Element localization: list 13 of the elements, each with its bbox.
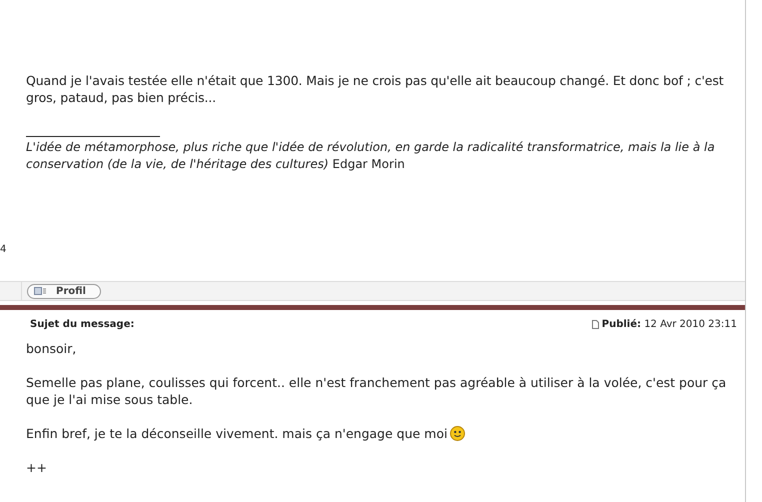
post-text: Semelle pas plane, coulisses qui forcent.. elle n'est franchement pas agréable à utiliser à la volée, c'est pour ça que je l'ai mise sous table. <box>26 374 728 408</box>
post-text: Quand je l'avais testée elle n'était que 1300. Mais je ne crois pas qu'elle ait beaucoup changé. Et donc bof ; c'est gros, pataud, pas bien précis... <box>26 72 725 106</box>
side-text: 4 <box>0 243 6 257</box>
published-date: Publié: 12 Avr 2010 23:11 <box>602 318 737 332</box>
signature-text: L'idée de métamorphose, plus riche que l'idée de révolution, en garde la radicalité transformatrice, mais la lie à la conservation (de la vie, de l'héritage des cultures) Edgar Morin <box>26 139 716 173</box>
post-text: Enfin bref, je te la déconseille vivement. mais ça n'engage que moi <box>26 425 448 442</box>
subject-label: Sujet du message: <box>30 318 134 332</box>
post-text: bonsoir, <box>26 340 76 357</box>
smiley-icon <box>450 426 466 441</box>
post-text: ++ <box>26 459 47 476</box>
document-icon <box>592 320 599 329</box>
profile-button[interactable]: Profil <box>27 284 101 298</box>
profile-card-icon <box>34 287 46 295</box>
